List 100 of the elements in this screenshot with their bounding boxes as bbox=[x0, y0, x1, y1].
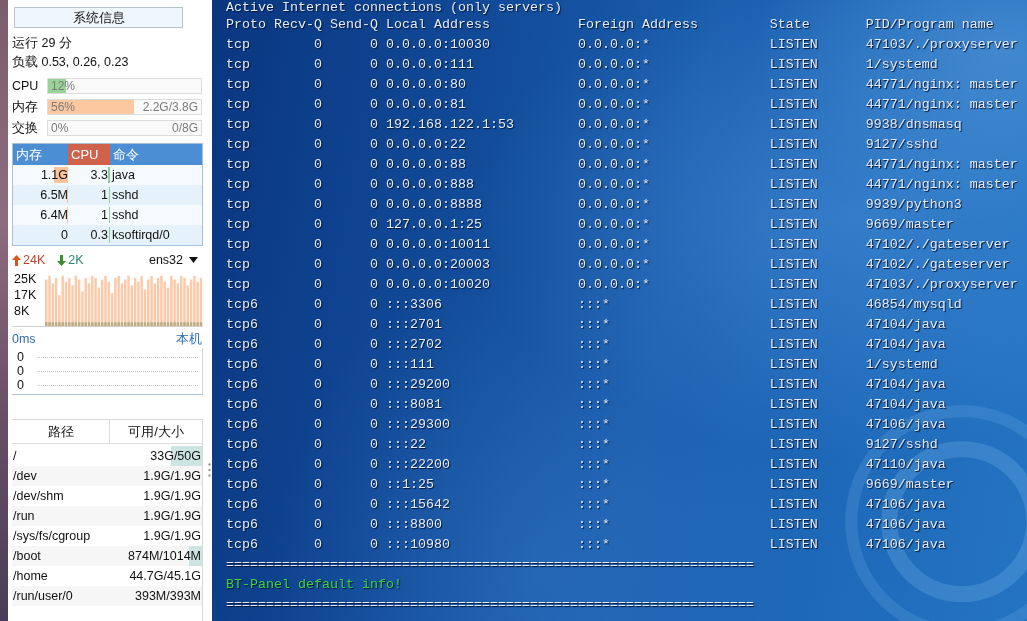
grip-icon[interactable] bbox=[208, 463, 211, 477]
protocol-text: tcp6 bbox=[226, 456, 258, 474]
foreign-address-text: :::* bbox=[577, 356, 610, 374]
command-cell: sshd bbox=[110, 205, 202, 225]
foreign-address-text: :::* bbox=[577, 436, 610, 454]
memory-text: 6.5M bbox=[40, 187, 68, 204]
state-text: LISTEN bbox=[769, 196, 818, 214]
foreign-address-text: :::* bbox=[577, 496, 610, 514]
state-text: LISTEN bbox=[769, 336, 818, 354]
foreign-address-text: :::* bbox=[577, 396, 610, 414]
program-text: 9127/sshd bbox=[865, 436, 938, 454]
foreign-address-text: 0.0.0.0:* bbox=[577, 136, 650, 154]
local-address-text: 0.0.0.0:8888 bbox=[385, 196, 482, 214]
program-text: 47110/java bbox=[865, 456, 946, 474]
protocol-text: tcp6 bbox=[226, 476, 258, 494]
state-text: LISTEN bbox=[769, 496, 818, 514]
axis-label: 17K bbox=[14, 288, 37, 302]
system-info-button[interactable]: 系统信息 bbox=[14, 7, 183, 28]
terminal-heading: Active Internet connections (only servers) bbox=[226, 0, 562, 15]
local-address-text: :::111 bbox=[385, 356, 434, 374]
upload-rate: 24K bbox=[23, 253, 46, 267]
column-header: Proto bbox=[226, 16, 266, 34]
program-text: 9127/sshd bbox=[865, 136, 938, 154]
path-cell: /run bbox=[12, 506, 110, 526]
program-text: 47106/java bbox=[865, 496, 946, 514]
send-queue-text: 0 bbox=[369, 376, 378, 394]
foreign-address-text: 0.0.0.0:* bbox=[577, 276, 650, 294]
foreign-address-text: :::* bbox=[577, 376, 610, 394]
state-text: LISTEN bbox=[769, 396, 818, 414]
foreign-address-text: :::* bbox=[577, 516, 610, 534]
state-text: LISTEN bbox=[769, 316, 818, 334]
send-queue-text: 0 bbox=[369, 56, 378, 74]
axis-label: 25K bbox=[14, 272, 37, 286]
program-text: 9939/python3 bbox=[865, 196, 962, 214]
column-header: Recv-Q bbox=[273, 16, 322, 34]
local-address-text: :::22200 bbox=[385, 456, 450, 474]
local-address-text: 0.0.0.0:81 bbox=[385, 96, 466, 114]
caret-icon bbox=[189, 257, 198, 263]
foreign-address-text: :::* bbox=[577, 536, 610, 554]
program-text: 47106/java bbox=[865, 536, 946, 554]
local-address-text: :::8081 bbox=[385, 396, 442, 414]
foreign-address-text: :::* bbox=[577, 296, 610, 314]
foreign-address-text: :::* bbox=[577, 336, 610, 354]
foreign-address-text: :::* bbox=[577, 316, 610, 334]
protocol-text: tcp6 bbox=[226, 376, 258, 394]
column-header: PID/Program name bbox=[865, 16, 994, 34]
load-text: 负载 0.53, 0.26, 0.23 bbox=[12, 54, 129, 71]
send-queue-text: 0 bbox=[369, 496, 378, 514]
send-queue-text: 0 bbox=[369, 536, 378, 554]
foreign-address-text: :::* bbox=[577, 476, 610, 494]
uptime-text: 运行 29 分 bbox=[12, 35, 72, 52]
protocol-text: tcp6 bbox=[226, 356, 258, 374]
recv-queue-text: 0 bbox=[313, 316, 322, 334]
send-queue-text: 0 bbox=[369, 136, 378, 154]
program-text: 46854/mysqld bbox=[865, 296, 962, 314]
meter-usage: 2.2G/3.8G bbox=[142, 100, 198, 114]
usage-text: 1.9G/1.9G bbox=[143, 488, 201, 505]
interface-dropdown[interactable]: ens32 bbox=[148, 253, 198, 267]
local-address-text: :::22 bbox=[385, 436, 426, 454]
usage-text: 44.7G/45.1G bbox=[129, 568, 201, 585]
send-queue-text: 0 bbox=[369, 476, 378, 494]
send-queue-text: 0 bbox=[369, 256, 378, 274]
memory-text: 0 bbox=[61, 227, 68, 244]
local-address-text: :::29300 bbox=[385, 416, 450, 434]
meter-percent: 56% bbox=[51, 100, 76, 114]
protocol-text: tcp bbox=[226, 76, 250, 94]
state-text: LISTEN bbox=[769, 356, 818, 374]
send-queue-text: 0 bbox=[369, 156, 378, 174]
protocol-text: tcp bbox=[226, 256, 250, 274]
recv-queue-text: 0 bbox=[313, 376, 322, 394]
recv-queue-text: 0 bbox=[313, 416, 322, 434]
recv-queue-text: 0 bbox=[313, 456, 322, 474]
state-text: LISTEN bbox=[769, 276, 818, 294]
local-address-text: :::29200 bbox=[385, 376, 450, 394]
column-header[interactable]: 可用/大小 bbox=[110, 420, 202, 444]
protocol-text: tcp bbox=[226, 276, 250, 294]
state-text: LISTEN bbox=[769, 76, 818, 94]
separator-text: ================================================================== bbox=[226, 556, 754, 574]
send-queue-text: 0 bbox=[369, 356, 378, 374]
protocol-text: tcp6 bbox=[226, 536, 258, 554]
send-queue-text: 0 bbox=[369, 516, 378, 534]
command-cell: ksoftirqd/0 bbox=[110, 225, 202, 245]
column-header[interactable]: CPU bbox=[68, 144, 110, 165]
send-queue-text: 0 bbox=[369, 436, 378, 454]
local-address-text: 0.0.0.0:888 bbox=[385, 176, 474, 194]
path-cell: /run/user/0 bbox=[12, 586, 110, 606]
state-text: LISTEN bbox=[769, 136, 818, 154]
path-cell: /boot bbox=[12, 546, 110, 566]
program-text: 47104/java bbox=[865, 316, 946, 334]
program-text: 9669/master bbox=[865, 476, 954, 494]
state-text: LISTEN bbox=[769, 436, 818, 454]
protocol-text: tcp bbox=[226, 116, 250, 134]
recv-queue-text: 0 bbox=[313, 536, 322, 554]
recv-queue-text: 0 bbox=[313, 336, 322, 354]
foreign-address-text: 0.0.0.0:* bbox=[577, 196, 650, 214]
column-header[interactable]: 路径 bbox=[12, 420, 110, 444]
program-text: 44771/nginx: master bbox=[865, 76, 1018, 94]
state-text: LISTEN bbox=[769, 536, 818, 554]
send-queue-text: 0 bbox=[369, 76, 378, 94]
recv-queue-text: 0 bbox=[313, 396, 322, 414]
